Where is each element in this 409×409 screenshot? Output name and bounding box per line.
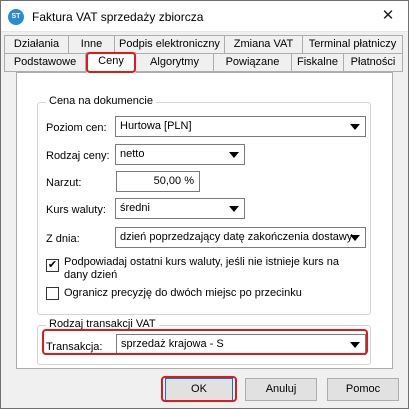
chevron-down-icon — [229, 206, 239, 212]
chevron-down-icon — [350, 124, 360, 130]
rate-select[interactable]: średni — [115, 198, 245, 219]
price-type-value: netto — [120, 148, 145, 160]
rate-label: Kurs waluty: — [46, 204, 106, 216]
tab-algorytmy[interactable]: Algorytmy — [135, 53, 214, 72]
cancel-button[interactable]: Anuluj — [245, 378, 317, 401]
suggest-rate-label-line1: Podpowiadaj ostatni kurs waluty, jeśli n… — [64, 256, 339, 268]
rate-value: średni — [120, 202, 150, 214]
price-level-value: Hurtowa [PLN] — [120, 120, 192, 132]
from-day-select[interactable]: dzień poprzedzający datę zakończenia dos… — [115, 227, 366, 248]
price-level-select[interactable]: Hurtowa [PLN] — [115, 116, 366, 137]
ok-highlight-frame — [161, 376, 237, 402]
markup-input[interactable]: 50,00 % — [116, 171, 200, 192]
chevron-down-icon — [229, 152, 239, 158]
close-icon[interactable]: ✕ — [374, 3, 402, 29]
price-group-title: Cena na dokumencie — [46, 95, 156, 107]
limit-precision-label: Ogranicz precyzję do dwóch miejsc po prz… — [64, 287, 302, 299]
tab-terminal-platniczy[interactable]: Terminal płatniczy — [302, 35, 403, 54]
suggest-rate-label-line2: dany dzień — [64, 269, 118, 281]
window-title: Faktura VAT sprzedaży zbiorcza — [32, 10, 204, 24]
title-bar: ST Faktura VAT sprzedaży zbiorcza ✕ — [1, 1, 408, 32]
tab-fiskalne[interactable]: Fiskalne — [291, 53, 344, 72]
chevron-down-icon — [350, 235, 360, 241]
check-icon: ✔ — [47, 259, 58, 271]
price-level-label: Poziom cen: — [46, 122, 107, 134]
from-day-label: Z dnia: — [46, 233, 80, 245]
app-icon: ST — [8, 9, 24, 25]
help-button[interactable]: Pomoc — [327, 378, 399, 401]
dialog-window: ST Faktura VAT sprzedaży zbiorcza ✕ Dzia… — [0, 0, 409, 409]
limit-precision-checkbox[interactable] — [46, 287, 59, 300]
suggest-rate-checkbox[interactable]: ✔ — [46, 259, 59, 272]
tab-platnosci[interactable]: Płatności — [343, 53, 403, 72]
from-day-value: dzień poprzedzający datę zakończenia dos… — [120, 231, 353, 243]
tab-podstawowe[interactable]: Podstawowe — [4, 53, 86, 72]
tab-highlight-frame — [86, 52, 136, 73]
tab-dzialania[interactable]: Działania — [4, 35, 69, 54]
tab-panel: Cena na dokumencie Poziom cen: Hurtowa [… — [16, 72, 393, 369]
tab-zmiana-vat[interactable]: Zmiana VAT — [224, 35, 303, 54]
transaction-highlight-frame — [42, 329, 368, 355]
price-type-label: Rodzaj ceny: — [46, 150, 110, 162]
price-type-select[interactable]: netto — [115, 144, 245, 165]
markup-label: Narzut: — [46, 177, 82, 189]
tab-powiazane[interactable]: Powiązane — [213, 53, 292, 72]
